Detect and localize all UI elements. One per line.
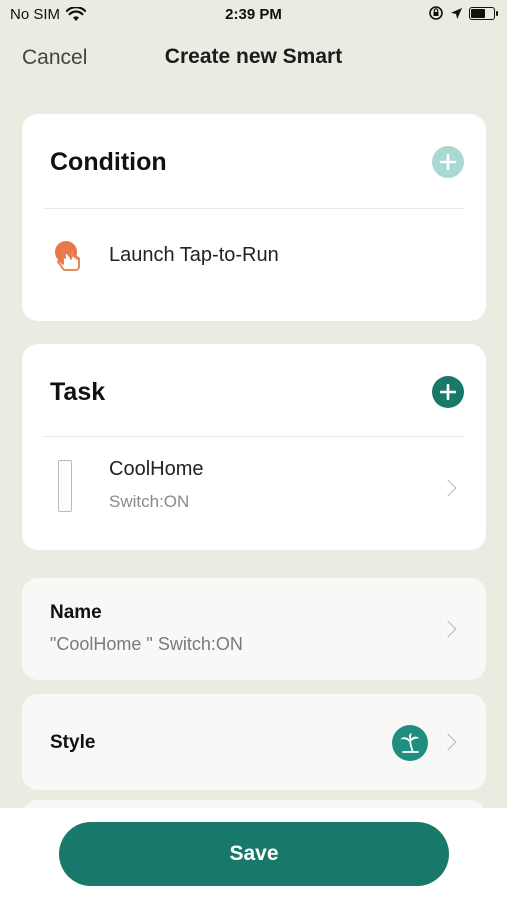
status-bar: No SIM 2:39 PM	[0, 0, 507, 30]
condition-item[interactable]: Launch Tap-to-Run	[50, 232, 464, 280]
orientation-lock-icon	[429, 6, 443, 20]
plus-icon	[440, 154, 456, 170]
chevron-right-icon	[439, 479, 457, 497]
style-row[interactable]: Style	[22, 694, 486, 790]
chevron-right-icon	[439, 620, 457, 638]
save-button[interactable]: Save	[59, 822, 449, 886]
condition-header: Condition	[50, 144, 464, 184]
bottom-bar: Save	[0, 808, 507, 900]
name-value: "CoolHome " Switch:ON	[50, 634, 243, 654]
task-device-action: Switch:ON	[109, 492, 190, 511]
battery-icon	[469, 6, 498, 20]
name-label: Name	[50, 602, 102, 623]
page-title: Create new Smart	[164, 45, 343, 68]
location-arrow-icon	[451, 7, 462, 19]
add-condition-button[interactable]	[432, 146, 464, 178]
task-heading: Task	[50, 378, 106, 406]
tap-hand-icon	[55, 241, 80, 271]
condition-item-label: Launch Tap-to-Run	[109, 244, 279, 266]
add-task-button[interactable]	[432, 376, 464, 408]
condition-card: Condition Launch Tap-to-Run	[22, 114, 486, 321]
chevron-right-icon	[439, 733, 457, 751]
style-label: Style	[50, 732, 96, 753]
task-header: Task	[50, 374, 464, 414]
status-right	[428, 5, 498, 21]
plus-icon	[440, 384, 456, 400]
task-device-name: CoolHome	[109, 458, 204, 480]
nav-bar: Cancel Create new Smart	[0, 40, 507, 76]
name-row[interactable]: Name "CoolHome " Switch:ON	[22, 578, 486, 680]
task-item[interactable]: CoolHome Switch:ON	[50, 452, 464, 522]
divider	[44, 436, 464, 437]
condition-heading: Condition	[50, 148, 167, 176]
switch-device-icon	[58, 460, 72, 512]
divider	[44, 208, 464, 209]
palm-tree-icon	[392, 725, 428, 761]
task-card: Task CoolHome Switch:ON	[22, 344, 486, 550]
